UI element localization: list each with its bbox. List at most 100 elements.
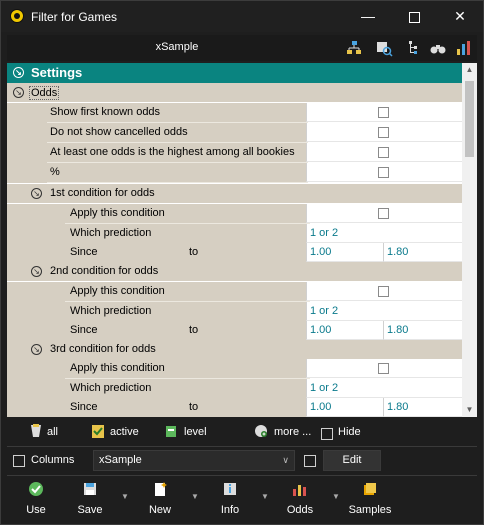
level-button[interactable]: level [184,426,207,438]
hide-checkbox[interactable] [321,428,333,440]
close-button[interactable]: ✕ [437,1,483,32]
bar-chart-icon[interactable] [455,39,473,57]
binoculars-icon[interactable] [429,39,447,57]
row-which-prediction-1: Which prediction 1 or 2 [7,224,462,244]
collapse-icon[interactable]: ↘ [31,344,42,355]
value-cell[interactable] [306,204,462,223]
row-apply-condition-1: Apply this condition [7,204,462,224]
collapse-icon[interactable]: ↘ [13,67,24,78]
more-icon [255,425,267,437]
settings-grid: ↘ Settings ↘ Odds Show first known odds … [7,63,462,417]
divider [7,475,477,476]
odds-button[interactable]: Odds [283,481,317,516]
since-value[interactable]: 1.00 [306,321,383,340]
scroll-thumb[interactable] [465,81,474,157]
condition-title: 2nd condition for odds [50,265,159,277]
samples-label: Samples [348,504,392,516]
category-condition-1[interactable]: ↘ 1st condition for odds [7,184,462,203]
row-highest-among-bookies: At least one odds is the highest among a… [7,143,462,163]
info-button[interactable]: Info [215,481,245,516]
maximize-button[interactable] [391,1,437,32]
save-button[interactable]: Save [75,481,105,516]
settings-header[interactable]: ↘ Settings [7,63,462,83]
collapse-icon[interactable]: ↘ [31,188,42,199]
value-cell[interactable] [306,143,462,162]
save-dropdown-icon[interactable]: ▼ [121,492,129,501]
since-value[interactable]: 1.00 [306,243,383,262]
prediction-value[interactable]: 1 or 2 [306,379,462,398]
new-dropdown-icon[interactable]: ▼ [191,492,199,501]
to-value[interactable]: 1.80 [383,398,462,417]
more-button[interactable]: more ... [274,426,311,438]
row-label: Do not show cancelled odds [47,123,308,143]
row-label: Apply this condition [65,204,310,224]
row-since-2: Since to 1.00 1.80 [7,321,462,341]
checkbox[interactable] [378,107,389,118]
scroll-down-icon[interactable]: ▼ [462,403,477,417]
collapse-icon[interactable]: ↘ [31,266,42,277]
row-label: Show first known odds [47,103,308,123]
value-cell[interactable] [306,123,462,142]
new-button[interactable]: New [145,481,175,516]
profile-combo-value: xSample [99,454,142,466]
category-condition-2[interactable]: ↘ 2nd condition for odds [7,262,462,281]
to-value[interactable]: 1.80 [383,321,462,340]
row-label: At least one odds is the highest among a… [47,143,308,163]
checkbox[interactable] [378,127,389,138]
save-label: Save [77,504,103,516]
edit-checkbox[interactable] [304,455,316,467]
use-icon [29,482,43,496]
row-do-not-show-cancelled-odds: Do not show cancelled odds [7,123,462,143]
collapse-icon[interactable]: ↘ [13,87,24,98]
samples-button[interactable]: Samples [345,481,395,516]
hierarchy-icon[interactable] [405,39,423,57]
to-value[interactable]: 1.80 [383,243,462,262]
chevron-down-icon[interactable]: ∨ [282,451,289,470]
value-cell[interactable] [306,282,462,301]
row-percent: % [7,163,462,183]
use-button[interactable]: Use [21,481,51,516]
settings-header-label: Settings [31,65,83,80]
window: Filter for Games — ✕ xSample ↘ Settings [0,0,484,525]
prediction-value[interactable]: 1 or 2 [306,224,462,243]
profile-toolbar: xSample [7,35,477,61]
checkbox[interactable] [378,286,389,297]
checkbox[interactable] [378,363,389,374]
row-since-1: Since to 1.00 1.80 [7,243,462,263]
all-button[interactable]: all [47,426,58,438]
vertical-scrollbar[interactable]: ▲ ▼ [462,63,477,417]
row-which-prediction-2: Which prediction 1 or 2 [7,302,462,322]
value-cell[interactable] [306,163,462,182]
value-cell[interactable] [306,103,462,122]
to-label: to [189,401,199,413]
row-apply-condition-3: Apply this condition [7,359,462,379]
row-label: Which prediction [65,302,310,322]
odds-dropdown-icon[interactable]: ▼ [332,492,340,501]
samples-icon [364,483,376,495]
info-label: Info [220,504,240,516]
edit-button[interactable]: Edit [323,450,381,471]
info-dropdown-icon[interactable]: ▼ [261,492,269,501]
since-label: Since [70,401,98,413]
condition-title: 1st condition for odds [50,187,155,199]
profile-combo[interactable]: xSample ∨ [93,450,295,471]
category-condition-3[interactable]: ↘ 3rd condition for odds [7,340,462,359]
checkbox[interactable] [378,208,389,219]
scroll-up-icon[interactable]: ▲ [462,63,477,77]
tree-structure-icon[interactable] [345,39,363,57]
condition-title: 3rd condition for odds [50,343,156,355]
settings-search-icon[interactable] [375,39,393,57]
value-cell[interactable] [306,359,462,378]
active-button[interactable]: active [110,426,139,438]
prediction-value[interactable]: 1 or 2 [306,302,462,321]
category-odds[interactable]: ↘ Odds [7,83,462,102]
since-value[interactable]: 1.00 [306,398,383,417]
minimize-button[interactable]: — [345,1,391,32]
columns-checkbox[interactable] [13,455,25,467]
action-bar: Use Save ▼ New ▼ Info ▼ Odds ▼ Samples [7,478,477,520]
new-label: New [148,504,171,516]
checkbox[interactable] [378,147,389,158]
to-label: to [189,246,199,258]
columns-bar: Columns xSample ∨ Edit [7,447,477,475]
checkbox[interactable] [378,167,389,178]
